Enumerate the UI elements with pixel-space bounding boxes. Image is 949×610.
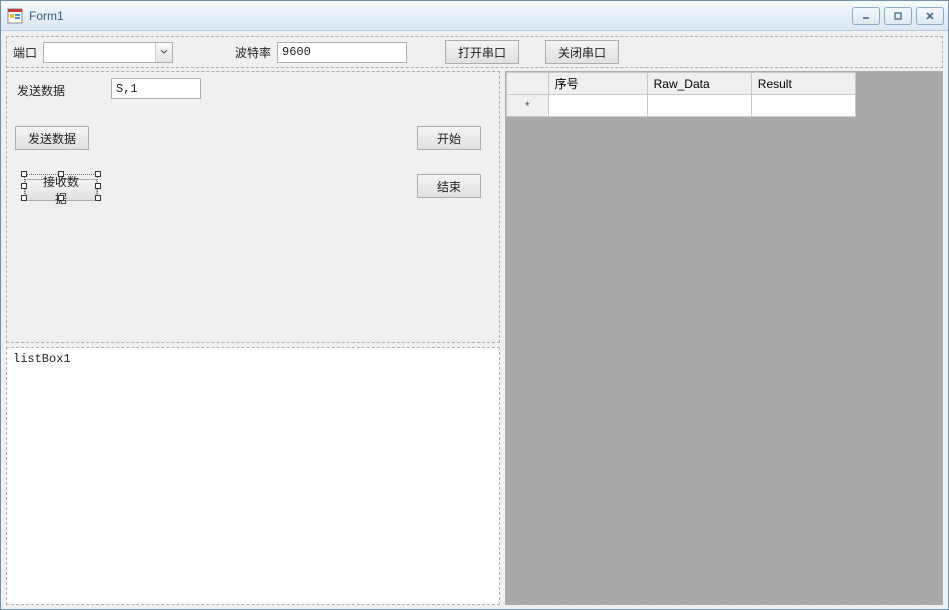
grid-new-row[interactable]: * bbox=[507, 95, 856, 117]
top-toolbar: 端口 波特率 打开串口 关闭串口 bbox=[6, 36, 943, 68]
resize-handle-s[interactable] bbox=[58, 195, 64, 201]
resize-handle-n[interactable] bbox=[58, 171, 64, 177]
window-title: Form1 bbox=[29, 9, 852, 23]
grid-cell[interactable] bbox=[751, 95, 855, 117]
maximize-button[interactable] bbox=[884, 7, 912, 25]
form-surface: 端口 波特率 打开串口 关闭串口 发送数据 发送数据 bbox=[3, 33, 946, 607]
titlebar: Form1 bbox=[1, 1, 948, 31]
resize-handle-se[interactable] bbox=[95, 195, 101, 201]
resize-handle-w[interactable] bbox=[21, 183, 27, 189]
port-label: 端口 bbox=[13, 44, 37, 61]
baud-input[interactable] bbox=[277, 42, 407, 63]
minimize-button[interactable] bbox=[852, 7, 880, 25]
start-button[interactable]: 开始 bbox=[417, 126, 481, 150]
client-area: 端口 波特率 打开串口 关闭串口 发送数据 发送数据 bbox=[1, 31, 948, 609]
app-icon bbox=[7, 8, 23, 24]
right-panel: 序号 Raw_Data Result * bbox=[505, 71, 943, 605]
left-panel: 发送数据 发送数据 开始 接收数据 结束 bbox=[6, 71, 500, 343]
close-button[interactable] bbox=[916, 7, 944, 25]
end-button[interactable]: 结束 bbox=[417, 174, 481, 198]
port-combobox[interactable] bbox=[43, 42, 173, 63]
window-controls bbox=[852, 7, 944, 25]
grid-cell[interactable] bbox=[647, 95, 751, 117]
close-port-button[interactable]: 关闭串口 bbox=[545, 40, 619, 64]
grid-col-seq[interactable]: 序号 bbox=[548, 73, 647, 95]
send-data-button[interactable]: 发送数据 bbox=[15, 126, 89, 150]
send-data-input[interactable] bbox=[111, 78, 201, 99]
grid-cell[interactable] bbox=[548, 95, 647, 117]
receive-data-button-selection: 接收数据 bbox=[24, 174, 98, 198]
chevron-down-icon bbox=[155, 43, 172, 62]
app-window: Form1 端口 bbox=[0, 0, 949, 610]
resize-handle-ne[interactable] bbox=[95, 171, 101, 177]
grid-new-row-marker: * bbox=[507, 95, 549, 117]
listbox-item[interactable]: listBox1 bbox=[13, 352, 493, 366]
grid-corner-cell bbox=[507, 73, 549, 95]
grid-col-result[interactable]: Result bbox=[751, 73, 855, 95]
send-data-label: 发送数据 bbox=[17, 82, 65, 99]
baud-label: 波特率 bbox=[235, 44, 271, 61]
data-grid[interactable]: 序号 Raw_Data Result * bbox=[506, 72, 856, 117]
grid-col-raw[interactable]: Raw_Data bbox=[647, 73, 751, 95]
open-port-button[interactable]: 打开串口 bbox=[445, 40, 519, 64]
resize-handle-e[interactable] bbox=[95, 183, 101, 189]
resize-handle-nw[interactable] bbox=[21, 171, 27, 177]
listbox[interactable]: listBox1 bbox=[7, 348, 499, 604]
listbox-panel: listBox1 bbox=[6, 347, 500, 605]
grid-header-row: 序号 Raw_Data Result bbox=[507, 73, 856, 95]
resize-handle-sw[interactable] bbox=[21, 195, 27, 201]
